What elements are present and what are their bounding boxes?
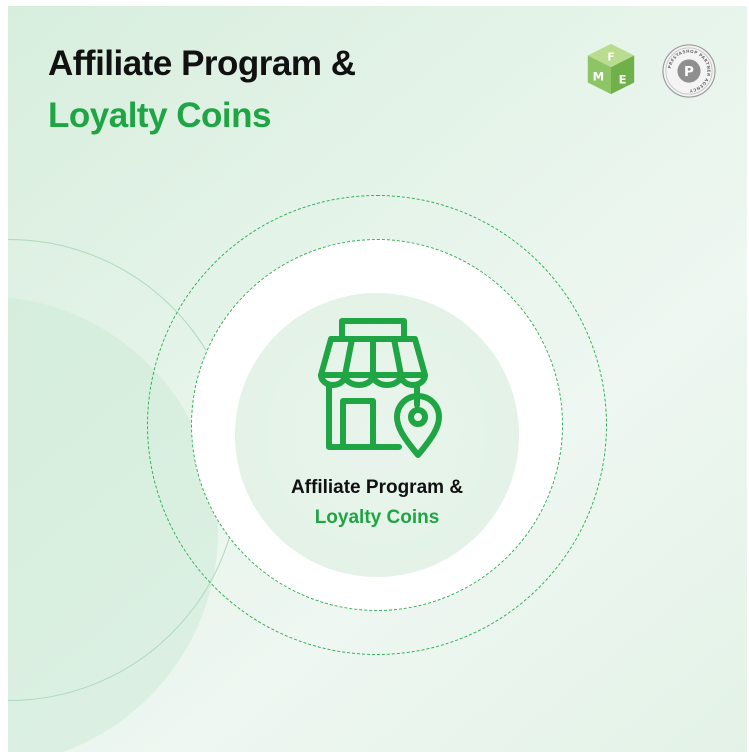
fme-letter-m: M — [593, 70, 605, 84]
store-with-location-pin-icon — [318, 318, 442, 458]
seal-letter-p: P — [684, 64, 694, 80]
badge-line-1: Affiliate Program & — [290, 477, 464, 498]
title-line-1: Affiliate Program & — [48, 44, 356, 83]
fme-letter-e: E — [619, 73, 627, 87]
badge-caption: Affiliate Program & Loyalty Coins — [235, 473, 519, 533]
title-line-2: Loyalty Coins — [48, 96, 271, 135]
fme-logo: F M E — [587, 43, 635, 95]
prestashop-partner-seal: PRESTASHOP PARTNER AGENCY P — [662, 44, 716, 98]
badge-line-2: Loyalty Coins — [314, 507, 440, 528]
page-title: Affiliate Program & Loyalty Coins — [48, 38, 356, 142]
fme-letter-f: F — [607, 50, 614, 63]
